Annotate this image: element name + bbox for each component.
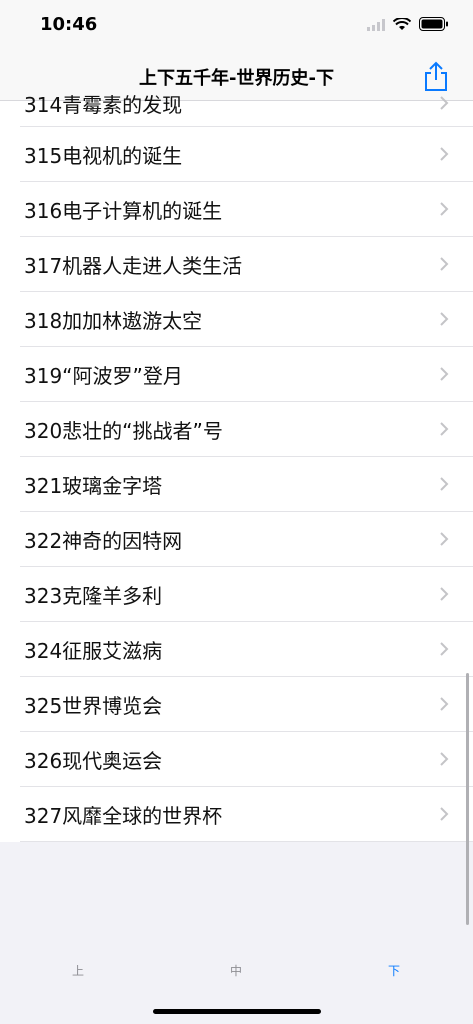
list-item[interactable]: 318加加林遨游太空 (0, 292, 473, 347)
list-item-label: 317机器人走进人类生活 (24, 254, 243, 278)
chevron-right-icon (440, 477, 449, 491)
list-item-label: 315电视机的诞生 (24, 144, 183, 168)
list-item[interactable]: 326现代奥运会 (0, 732, 473, 787)
list-item-label: 318加加林遨游太空 (24, 309, 203, 333)
list-item-label: 320悲壮的“挑战者”号 (24, 419, 223, 443)
chevron-right-icon (440, 312, 449, 326)
chapter-list: 314青霉素的发现 315电视机的诞生 316电子计算机的诞生 317机器人走进… (0, 93, 473, 842)
list-item[interactable]: 316电子计算机的诞生 (0, 182, 473, 237)
scroll-indicator[interactable] (466, 673, 469, 925)
list-item-label: 314青霉素的发现 (24, 93, 183, 117)
chevron-right-icon (440, 422, 449, 436)
page-title: 上下五千年-世界历史-下 (139, 68, 334, 89)
chevron-right-icon (440, 532, 449, 546)
list-item[interactable]: 320悲壮的“挑战者”号 (0, 402, 473, 457)
status-icons (367, 16, 449, 35)
share-icon (425, 61, 447, 91)
home-indicator (153, 1009, 321, 1014)
list-item-label: 324征服艾滋病 (24, 639, 163, 663)
chevron-right-icon (440, 257, 449, 271)
list-item-label: 327风靡全球的世界杯 (24, 804, 223, 828)
list-item[interactable]: 327风靡全球的世界杯 (0, 787, 473, 842)
list-item[interactable]: 324征服艾滋病 (0, 622, 473, 677)
chevron-right-icon (440, 807, 449, 821)
chevron-right-icon (440, 697, 449, 711)
tab-third[interactable]: 下 (374, 962, 414, 979)
tab-first[interactable]: 上 (58, 962, 98, 979)
status-bar: 10:46 (0, 0, 473, 52)
share-button[interactable] (421, 60, 451, 92)
list-item-label: 325世界博览会 (24, 694, 163, 718)
wifi-icon (392, 16, 412, 35)
list-item[interactable]: 323克隆羊多利 (0, 567, 473, 622)
chevron-right-icon (440, 147, 449, 161)
list-item-label: 323克隆羊多利 (24, 584, 163, 608)
list-item[interactable]: 319“阿波罗”登月 (0, 347, 473, 402)
chevron-right-icon (440, 367, 449, 381)
tab-bar: 上 中 下 (0, 940, 473, 1024)
chevron-right-icon (440, 587, 449, 601)
list-item[interactable]: 315电视机的诞生 (0, 127, 473, 182)
chevron-right-icon (440, 642, 449, 656)
status-time: 10:46 (40, 14, 98, 35)
signal-icon (367, 16, 385, 35)
list-item-label: 326现代奥运会 (24, 749, 163, 773)
chevron-right-icon (440, 202, 449, 216)
list-item[interactable]: 321玻璃金字塔 (0, 457, 473, 512)
list-item[interactable]: 325世界博览会 (0, 677, 473, 732)
chevron-right-icon (440, 752, 449, 766)
battery-icon (419, 16, 449, 35)
tab-second[interactable]: 中 (216, 962, 256, 979)
list-item[interactable]: 314青霉素的发现 (0, 93, 473, 127)
list-item-label: 321玻璃金字塔 (24, 474, 163, 498)
list-item-label: 316电子计算机的诞生 (24, 199, 223, 223)
list-item[interactable]: 322神奇的因特网 (0, 512, 473, 567)
chevron-right-icon (440, 96, 449, 110)
list-item-label: 322神奇的因特网 (24, 529, 183, 553)
list-item[interactable]: 317机器人走进人类生活 (0, 237, 473, 292)
list-item-label: 319“阿波罗”登月 (24, 364, 183, 388)
